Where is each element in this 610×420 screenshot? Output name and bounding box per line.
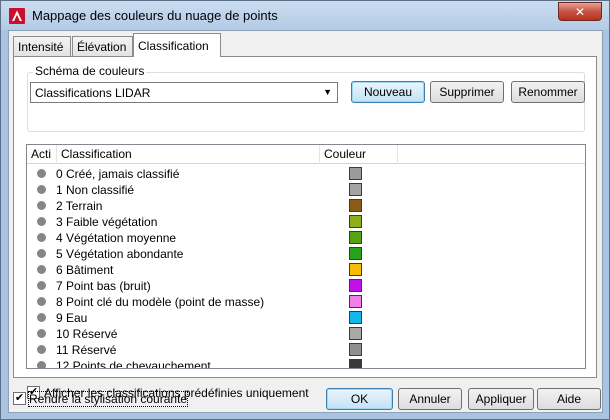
help-button[interactable]: Aide	[537, 388, 601, 410]
color-swatch[interactable]	[349, 311, 362, 324]
color-scheme-select[interactable]: Classifications LIDAR ▼	[30, 82, 338, 103]
classification-label: 1 Non classifié	[56, 183, 135, 197]
tab-elevation[interactable]: Élévation	[72, 36, 133, 56]
list-item[interactable]: 2 Terrain	[27, 198, 585, 214]
list-item[interactable]: 9 Eau	[27, 310, 585, 326]
list-item[interactable]: 4 Végétation moyenne	[27, 230, 585, 246]
active-indicator-icon[interactable]	[37, 265, 46, 274]
color-swatch[interactable]	[349, 183, 362, 196]
apply-button[interactable]: Appliquer	[468, 388, 534, 410]
autocad-logo-icon	[9, 8, 25, 24]
ok-label: OK	[350, 392, 369, 406]
classification-panel: Schéma de couleurs Classifications LIDAR…	[13, 56, 597, 400]
tab-classification-label: Classification	[138, 39, 209, 53]
close-button[interactable]: ✕	[558, 2, 602, 21]
active-indicator-icon[interactable]	[37, 313, 46, 322]
tab-intensite[interactable]: Intensité	[13, 36, 71, 56]
dialog-body: Intensité Élévation Classification Schém…	[8, 30, 603, 413]
tab-intensite-label: Intensité	[18, 40, 64, 54]
color-scheme-label: Schéma de couleurs	[33, 64, 147, 78]
close-icon: ✕	[574, 4, 586, 19]
active-indicator-icon[interactable]	[37, 217, 46, 226]
checkmark-icon: ✔	[14, 392, 25, 404]
active-indicator-icon[interactable]	[37, 249, 46, 258]
classification-label: 3 Faible végétation	[56, 215, 158, 229]
header-active[interactable]: Acti	[27, 145, 57, 164]
color-swatch[interactable]	[349, 167, 362, 180]
ok-button[interactable]: OK	[326, 388, 393, 410]
color-swatch[interactable]	[349, 343, 362, 356]
list-item[interactable]: 11 Réservé	[27, 342, 585, 358]
classification-label: 7 Point bas (bruit)	[56, 279, 151, 293]
classification-label: 4 Végétation moyenne	[56, 231, 177, 245]
active-indicator-icon[interactable]	[37, 233, 46, 242]
color-scheme-value: Classifications LIDAR	[35, 86, 151, 100]
classification-label: 6 Bâtiment	[56, 263, 114, 277]
color-swatch[interactable]	[349, 199, 362, 212]
list-item[interactable]: 12 Points de chevauchement	[27, 358, 585, 369]
color-swatch[interactable]	[349, 359, 362, 368]
color-swatch[interactable]	[349, 279, 362, 292]
classification-label: 5 Végétation abondante	[56, 247, 184, 261]
active-indicator-icon[interactable]	[37, 169, 46, 178]
help-label: Aide	[556, 392, 582, 406]
color-swatch[interactable]	[349, 263, 362, 276]
classification-label: 8 Point clé du modèle (point de masse)	[56, 295, 265, 309]
active-indicator-icon[interactable]	[37, 281, 46, 290]
header-color[interactable]: Couleur	[320, 145, 398, 164]
classification-label: 0 Créé, jamais classifié	[56, 167, 180, 181]
list-item[interactable]: 5 Végétation abondante	[27, 246, 585, 262]
list-item[interactable]: 8 Point clé du modèle (point de masse)	[27, 294, 585, 310]
delete-scheme-label: Supprimer	[439, 85, 495, 99]
list-item[interactable]: 0 Créé, jamais classifié	[27, 166, 585, 182]
active-indicator-icon[interactable]	[37, 361, 46, 368]
list-header: Acti Classification Couleur	[27, 145, 585, 164]
active-indicator-icon[interactable]	[37, 345, 46, 354]
rename-scheme-label: Renommer	[518, 85, 578, 99]
color-swatch[interactable]	[349, 231, 362, 244]
active-indicator-icon[interactable]	[37, 201, 46, 210]
classification-list[interactable]: Acti Classification Couleur 0 Créé, jama…	[26, 144, 586, 369]
color-swatch[interactable]	[349, 215, 362, 228]
list-item[interactable]: 10 Réservé	[27, 326, 585, 342]
classification-label: 10 Réservé	[56, 327, 118, 341]
active-indicator-icon[interactable]	[37, 329, 46, 338]
color-swatch[interactable]	[349, 327, 362, 340]
title-bar: Mappage des couleurs du nuage de points …	[1, 1, 609, 30]
classification-label: 2 Terrain	[56, 199, 103, 213]
classification-label: 9 Eau	[56, 311, 88, 325]
new-scheme-label: Nouveau	[363, 85, 413, 99]
chevron-down-icon: ▼	[323, 87, 332, 97]
classification-label: 11 Réservé	[56, 343, 117, 357]
classification-label: 12 Points de chevauchement	[56, 359, 211, 369]
tab-classification[interactable]: Classification	[133, 33, 221, 57]
list-item[interactable]: 1 Non classifié	[27, 182, 585, 198]
tab-elevation-label: Élévation	[77, 40, 127, 54]
header-classification[interactable]: Classification	[57, 145, 320, 164]
dialog-window: Mappage des couleurs du nuage de points …	[0, 0, 610, 420]
cancel-label: Annuler	[409, 392, 451, 406]
make-current-label[interactable]: Rendre la stylisation courante	[27, 391, 189, 407]
list-item[interactable]: 3 Faible végétation	[27, 214, 585, 230]
apply-label: Appliquer	[475, 392, 527, 406]
cancel-button[interactable]: Annuler	[398, 388, 462, 410]
window-title: Mappage des couleurs du nuage de points	[32, 8, 278, 23]
rename-scheme-button[interactable]: Renommer	[511, 81, 585, 103]
list-item[interactable]: 6 Bâtiment	[27, 262, 585, 278]
delete-scheme-button[interactable]: Supprimer	[430, 81, 504, 103]
list-item[interactable]: 7 Point bas (bruit)	[27, 278, 585, 294]
active-indicator-icon[interactable]	[37, 297, 46, 306]
make-current-checkbox[interactable]: ✔	[13, 392, 26, 405]
color-swatch[interactable]	[349, 247, 362, 260]
color-swatch[interactable]	[349, 295, 362, 308]
new-scheme-button[interactable]: Nouveau	[351, 81, 425, 103]
active-indicator-icon[interactable]	[37, 185, 46, 194]
